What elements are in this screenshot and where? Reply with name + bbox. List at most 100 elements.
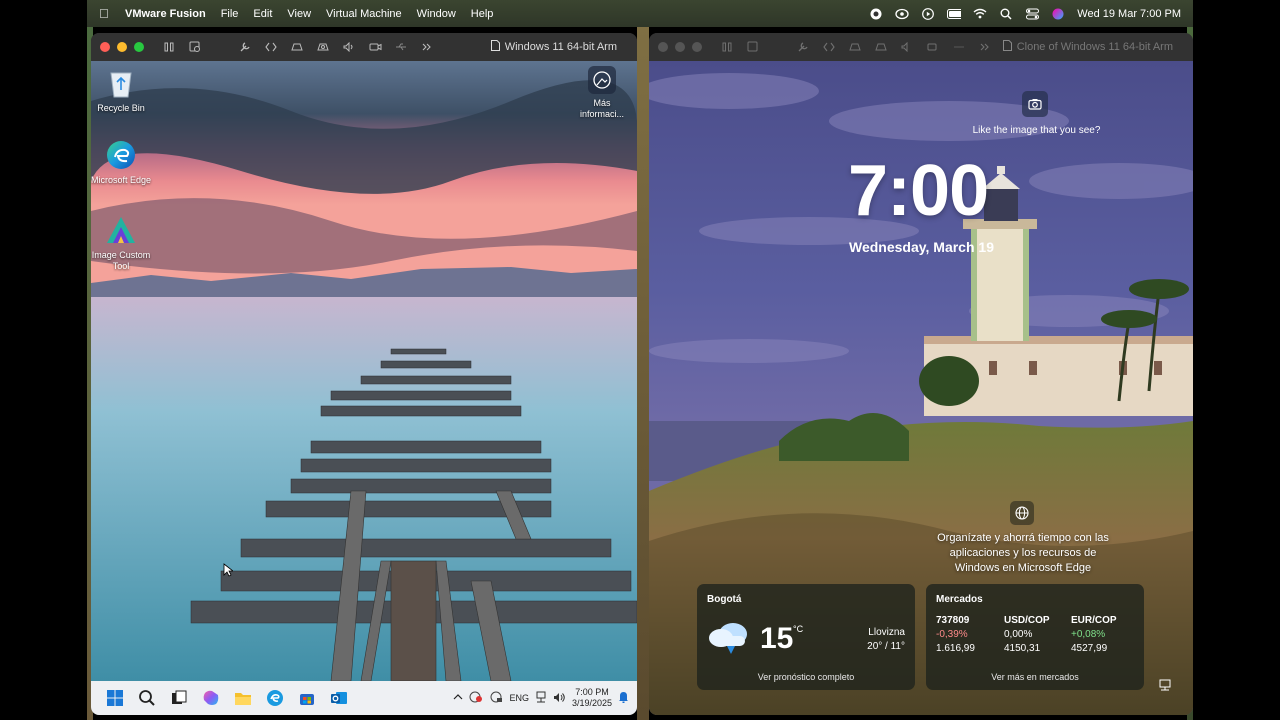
folder-icon bbox=[235, 693, 251, 705]
battery-icon[interactable] bbox=[947, 7, 962, 21]
pause-icon[interactable] bbox=[720, 40, 734, 54]
notification-bell-icon[interactable] bbox=[618, 691, 629, 705]
markets-title: Mercados bbox=[936, 594, 983, 605]
windows-lock-screen[interactable]: Like the image that you see? 7:00 Wednes… bbox=[649, 61, 1193, 715]
ticker-value: 4527,99 bbox=[1071, 643, 1108, 654]
start-button[interactable] bbox=[99, 681, 131, 715]
like-image-text[interactable]: Like the image that you see? bbox=[949, 125, 1124, 136]
network-status-icon[interactable] bbox=[1159, 678, 1173, 692]
vm-window-windows11[interactable]: Windows 11 64-bit Arm Recycle Bin Micros… bbox=[91, 33, 637, 715]
window-titlebar[interactable]: Clone of Windows 11 64-bit Arm bbox=[649, 33, 1193, 61]
settings-wrench-icon[interactable] bbox=[796, 40, 810, 54]
ticker-symbol: USD/COP bbox=[1004, 615, 1050, 626]
copilot-icon bbox=[203, 690, 219, 705]
image-custom-tool-desktop-icon[interactable]: Image Custom Tool bbox=[91, 214, 152, 272]
wifi-icon[interactable] bbox=[973, 7, 987, 21]
windows-logo-icon bbox=[107, 690, 123, 706]
task-view-button[interactable] bbox=[163, 681, 195, 715]
search-icon[interactable] bbox=[999, 7, 1013, 21]
ticker-change: +0,08% bbox=[1071, 629, 1106, 640]
market-ticker[interactable]: USD/COP 0,00% 4150,31 bbox=[1004, 614, 1050, 656]
pause-icon[interactable] bbox=[162, 40, 176, 54]
markets-widget[interactable]: Mercados 737809 -0,39% 1.616,99 USD/COP … bbox=[926, 584, 1144, 690]
edge-desktop-icon[interactable]: Microsoft Edge bbox=[91, 139, 152, 186]
windows-desktop[interactable]: Recycle Bin Microsoft Edge Image Custom … bbox=[91, 61, 637, 715]
menu-view[interactable]: View bbox=[287, 8, 311, 20]
close-button[interactable] bbox=[658, 42, 668, 52]
tray-network-icon[interactable] bbox=[489, 691, 503, 705]
usb-icon[interactable] bbox=[952, 40, 966, 54]
menu-window[interactable]: Window bbox=[417, 8, 456, 20]
lock-screen-time: 7:00 bbox=[848, 151, 989, 231]
weather-widget[interactable]: Bogotá 15 °C Llovizna 20° / 11° Ver pron… bbox=[697, 584, 915, 690]
edge-tip-globe-button[interactable] bbox=[1010, 501, 1034, 525]
store-button[interactable] bbox=[291, 681, 323, 715]
window-titlebar[interactable]: Windows 11 64-bit Arm bbox=[91, 33, 637, 61]
camera-icon[interactable] bbox=[368, 40, 382, 54]
vm-toolbar bbox=[162, 40, 434, 54]
ticker-symbol: EUR/COP bbox=[1071, 615, 1117, 626]
weather-temperature: 15 bbox=[760, 622, 794, 655]
control-center-icon[interactable] bbox=[1025, 7, 1039, 21]
settings-wrench-icon[interactable] bbox=[238, 40, 252, 54]
record-icon[interactable] bbox=[869, 7, 883, 21]
weather-unit: °C bbox=[793, 624, 804, 634]
snapshot-icon[interactable] bbox=[746, 40, 760, 54]
copilot-button[interactable] bbox=[195, 681, 227, 715]
edge-icon bbox=[267, 690, 283, 706]
outlook-button[interactable] bbox=[323, 681, 355, 715]
taskbar-search-button[interactable] bbox=[131, 681, 163, 715]
mouse-cursor-icon bbox=[223, 563, 233, 577]
cd-drive-icon[interactable] bbox=[316, 40, 330, 54]
volume-icon[interactable] bbox=[553, 692, 566, 705]
play-icon[interactable] bbox=[921, 7, 935, 21]
more-chevron-icon[interactable] bbox=[420, 40, 434, 54]
document-icon bbox=[1002, 40, 1012, 54]
disk-icon[interactable] bbox=[290, 40, 304, 54]
file-explorer-button[interactable] bbox=[227, 681, 259, 715]
apple-icon[interactable]:  bbox=[99, 6, 115, 21]
disk-icon[interactable] bbox=[848, 40, 862, 54]
window-title: Windows 11 64-bit Arm bbox=[490, 33, 617, 61]
recycle-bin-desktop-icon[interactable]: Recycle Bin bbox=[91, 67, 152, 114]
menu-file[interactable]: File bbox=[221, 8, 239, 20]
tray-overflow-chevron-icon[interactable] bbox=[453, 693, 463, 703]
edge-tip-text[interactable]: Organízate y ahorrá tiempo con las aplic… bbox=[933, 531, 1113, 576]
cd-drive-icon[interactable] bbox=[874, 40, 888, 54]
ethernet-icon[interactable] bbox=[535, 691, 547, 705]
window-title: Clone of Windows 11 64-bit Arm bbox=[1002, 33, 1173, 61]
minimize-button[interactable] bbox=[675, 42, 685, 52]
minimize-button[interactable] bbox=[117, 42, 127, 52]
sound-icon[interactable] bbox=[342, 40, 356, 54]
sound-icon[interactable] bbox=[900, 40, 914, 54]
taskbar-clock[interactable]: 7:00 PM 3/19/2025 bbox=[572, 687, 612, 709]
market-ticker[interactable]: 737809 -0,39% 1.616,99 bbox=[936, 614, 975, 656]
siri-icon[interactable] bbox=[1051, 7, 1065, 21]
market-ticker[interactable]: EUR/COP +0,08% 4527,99 bbox=[1071, 614, 1117, 656]
vm-window-clone[interactable]: Clone of Windows 11 64-bit Arm Like the … bbox=[649, 33, 1193, 715]
menu-virtual-machine[interactable]: Virtual Machine bbox=[326, 8, 402, 20]
language-indicator[interactable]: ENG bbox=[509, 693, 529, 703]
weather-forecast-link[interactable]: Ver pronóstico completo bbox=[697, 672, 915, 682]
tray-app-icon[interactable] bbox=[469, 691, 483, 705]
spotlight-info-desktop-icon[interactable]: Más informaci... bbox=[578, 66, 626, 120]
snapshot-icon[interactable] bbox=[188, 40, 202, 54]
menu-app-name[interactable]: VMware Fusion bbox=[125, 8, 206, 20]
recycle-bin-icon bbox=[105, 67, 137, 99]
edge-taskbar-button[interactable] bbox=[259, 681, 291, 715]
edge-icon bbox=[105, 139, 137, 171]
zoom-button[interactable] bbox=[692, 42, 702, 52]
vpn-icon[interactable] bbox=[895, 7, 909, 21]
menubar-clock[interactable]: Wed 19 Mar 7:00 PM bbox=[1077, 8, 1181, 20]
zoom-button[interactable] bbox=[134, 42, 144, 52]
code-icon[interactable] bbox=[822, 40, 836, 54]
like-image-camera-button[interactable] bbox=[1022, 91, 1048, 117]
camera-icon[interactable] bbox=[926, 40, 940, 54]
more-chevron-icon[interactable] bbox=[978, 40, 992, 54]
menu-help[interactable]: Help bbox=[471, 8, 494, 20]
code-icon[interactable] bbox=[264, 40, 278, 54]
markets-link[interactable]: Ver más en mercados bbox=[926, 672, 1144, 682]
menu-edit[interactable]: Edit bbox=[253, 8, 272, 20]
usb-icon[interactable] bbox=[394, 40, 408, 54]
close-button[interactable] bbox=[100, 42, 110, 52]
